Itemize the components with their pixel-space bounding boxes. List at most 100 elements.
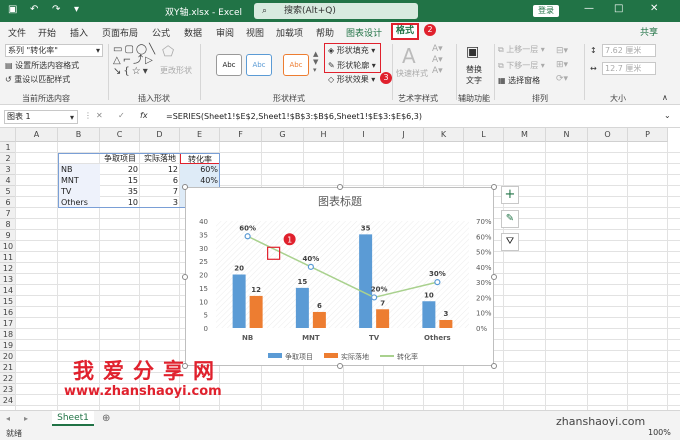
row-header-9[interactable]: 9 [0, 230, 16, 241]
row-header-5[interactable]: 5 [0, 186, 16, 197]
shape-style-3[interactable]: Abc [283, 54, 309, 76]
insert-function-button[interactable]: fx [140, 111, 148, 120]
tab-addins[interactable]: 加载项 [276, 26, 303, 39]
shape-gallery[interactable]: ▭▢◯╲ △⌐⤴▷ ↘{☆▾ [113, 44, 155, 80]
table-cell[interactable]: 15 [100, 175, 140, 186]
zoom-level[interactable]: 100% [648, 428, 671, 437]
row-header-18[interactable]: 18 [0, 329, 16, 340]
maximize-button[interactable]: □ [614, 3, 623, 14]
close-button[interactable]: ✕ [650, 3, 658, 14]
row-header-19[interactable]: 19 [0, 340, 16, 351]
table-cell[interactable]: 20 [100, 164, 140, 175]
chart-object[interactable]: 图表标题 0 5 10 15 20 25 30 35 40 0% 10% 20% 30% 40% 50% 60%… [185, 187, 494, 366]
shape-effect-button[interactable]: ◇ 形状效果 ▾ [328, 74, 375, 85]
column-header-N[interactable]: N [546, 128, 588, 142]
column-header-A[interactable]: A [16, 128, 58, 142]
resize-handle[interactable] [336, 363, 343, 369]
resize-handle[interactable] [491, 363, 497, 369]
column-header-D[interactable]: D [140, 128, 180, 142]
column-header-M[interactable]: M [504, 128, 546, 142]
add-sheet-button[interactable]: ⊕ [102, 413, 110, 424]
cancel-icon[interactable]: ✕ [96, 111, 103, 120]
save-icon[interactable]: ▣ [8, 4, 17, 15]
row-header-2[interactable]: 2 [0, 153, 16, 164]
table-cell[interactable]: 12 [140, 164, 180, 175]
reset-style-button[interactable]: ↺ 重设以匹配样式 [5, 74, 70, 85]
table-cell[interactable]: TV [58, 186, 100, 197]
row-header-11[interactable]: 11 [0, 252, 16, 263]
sheet-tab-sheet1[interactable]: Sheet1 [52, 411, 94, 426]
column-header-I[interactable]: I [344, 128, 384, 142]
name-box[interactable]: 图表 1 [4, 110, 78, 124]
shape-fill-button[interactable]: ◈ 形状填充 ▾ [328, 45, 375, 56]
column-header-K[interactable]: K [424, 128, 464, 142]
tab-file[interactable]: 文件 [8, 26, 26, 39]
arrange-align-icons[interactable]: ⊟▾ ⊞▾ ⟳▾ [556, 44, 568, 86]
row-header-17[interactable]: 17 [0, 318, 16, 329]
column-header-C[interactable]: C [100, 128, 140, 142]
shape-style-2[interactable]: Abc [246, 54, 272, 76]
column-header-P[interactable]: P [628, 128, 668, 142]
quick-styles-button[interactable]: 快速样式 [396, 68, 428, 79]
brush-icon[interactable]: ✎ [501, 210, 519, 228]
row-header-8[interactable]: 8 [0, 219, 16, 230]
row-header-16[interactable]: 16 [0, 307, 16, 318]
resize-handle[interactable] [491, 273, 497, 280]
next-sheet-icon[interactable]: ▸ [24, 414, 28, 423]
resize-handle[interactable] [336, 184, 343, 190]
row-header-3[interactable]: 3 [0, 164, 16, 175]
format-selection-button[interactable]: ▤ 设置所选内容格式 [5, 60, 79, 71]
header-cell[interactable]: 转化率 [180, 153, 220, 164]
undo-icon[interactable]: ↶ [30, 4, 38, 15]
row-header-13[interactable]: 13 [0, 274, 16, 285]
prev-sheet-icon[interactable]: ◂ [6, 414, 10, 423]
table-cell[interactable]: 35 [100, 186, 140, 197]
row-header-24[interactable]: 24 [0, 395, 16, 406]
table-cell[interactable]: 6 [140, 175, 180, 186]
row-header-10[interactable]: 10 [0, 241, 16, 252]
alt-text-line2[interactable]: 文字 [466, 75, 482, 86]
enter-icon[interactable]: ✓ [118, 111, 125, 120]
resize-handle[interactable] [182, 273, 188, 280]
row-header-7[interactable]: 7 [0, 208, 16, 219]
row-header-6[interactable]: 6 [0, 197, 16, 208]
column-header-J[interactable]: J [384, 128, 424, 142]
column-header-G[interactable]: G [262, 128, 304, 142]
table-cell[interactable]: 60% [180, 164, 220, 175]
tab-chart-design[interactable]: 图表设计 [346, 26, 382, 39]
height-field[interactable]: 7.62 厘米 [602, 44, 656, 57]
header-cell[interactable]: 争取项目 [100, 153, 140, 164]
send-backward-button[interactable]: ⧉ 下移一层 ▾ [498, 60, 545, 71]
tab-format[interactable]: 格式 [391, 23, 419, 40]
table-cell[interactable]: Others [58, 197, 100, 208]
column-header-O[interactable]: O [588, 128, 628, 142]
row-header-21[interactable]: 21 [0, 362, 16, 373]
filter-icon[interactable]: ⛛ [501, 233, 519, 251]
table-cell[interactable]: 10 [100, 197, 140, 208]
tab-formulas[interactable]: 公式 [152, 26, 170, 39]
bring-forward-button[interactable]: ⧉ 上移一层 ▾ [498, 44, 545, 55]
minimize-button[interactable]: — [584, 3, 594, 14]
share-button[interactable]: 共享 [640, 25, 658, 38]
tab-help[interactable]: 帮助 [316, 26, 334, 39]
table-cell[interactable]: NB [58, 164, 100, 175]
row-header-23[interactable]: 23 [0, 384, 16, 395]
tab-data[interactable]: 数据 [184, 26, 202, 39]
chevron-down-icon[interactable]: ▾ [70, 113, 74, 122]
row-header-1[interactable]: 1 [0, 142, 16, 153]
column-header-E[interactable]: E [180, 128, 220, 142]
tab-view[interactable]: 视图 [246, 26, 264, 39]
row-header-22[interactable]: 22 [0, 373, 16, 384]
tab-home[interactable]: 开始 [38, 26, 56, 39]
change-shape-button[interactable]: 更改形状 [160, 65, 192, 76]
shape-outline-button[interactable]: ✎ 形状轮廓 ▾ [328, 60, 376, 71]
login-button[interactable]: 登录 [533, 5, 559, 17]
width-field[interactable]: 12.7 厘米 [602, 62, 656, 75]
tab-review[interactable]: 审阅 [216, 26, 234, 39]
row-header-4[interactable]: 4 [0, 175, 16, 186]
column-header-L[interactable]: L [464, 128, 504, 142]
alt-text-line1[interactable]: 替换 [466, 64, 482, 75]
expand-formula-icon[interactable]: ⌄ [664, 111, 671, 120]
search-box[interactable]: ⌕ 搜索(Alt+Q) [254, 3, 418, 19]
chart-svg[interactable]: 图表标题 0 5 10 15 20 25 30 35 40 0% 10% 20% 30% 40% 50% 60%… [186, 188, 495, 367]
